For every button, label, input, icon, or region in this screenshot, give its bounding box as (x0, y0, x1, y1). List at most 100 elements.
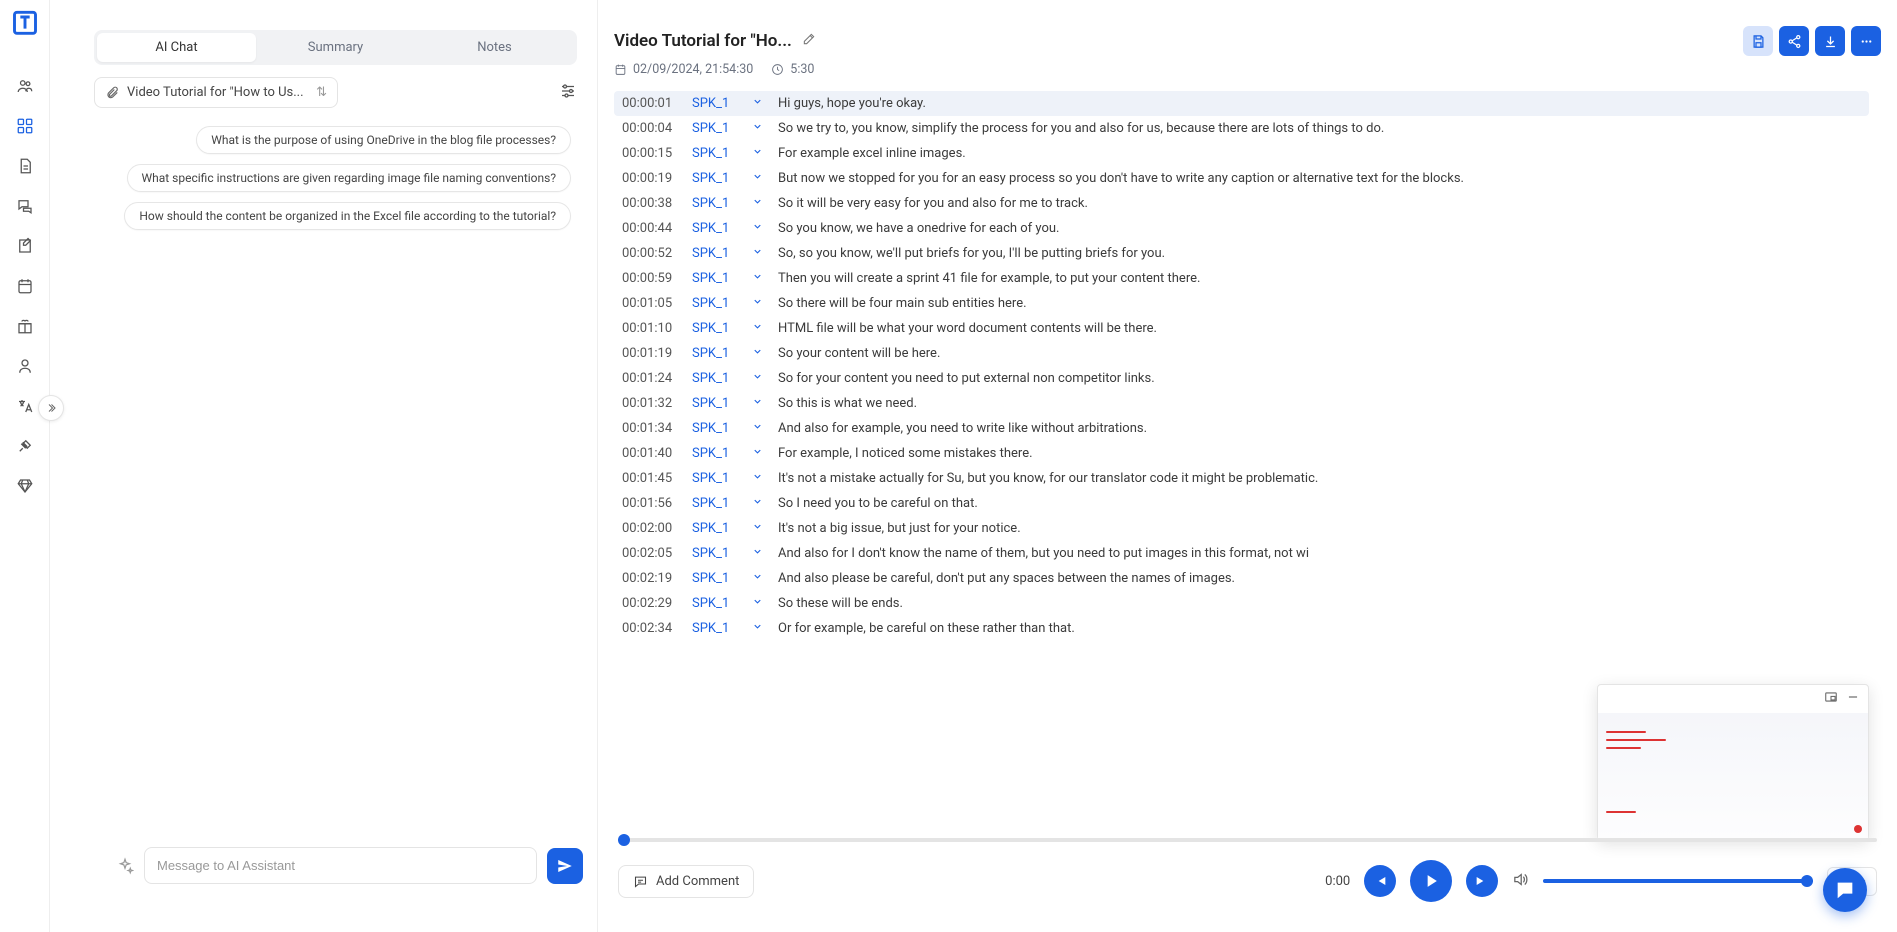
sidebar-item-edit[interactable] (7, 228, 43, 264)
speaker-label[interactable]: SPK_1 (692, 271, 742, 286)
speaker-label[interactable]: SPK_1 (692, 596, 742, 611)
transcript-row[interactable]: 00:01:45SPK_1It's not a mistake actually… (614, 466, 1869, 491)
transcript-row[interactable]: 00:00:52SPK_1So, so you know, we'll put … (614, 241, 1869, 266)
speaker-label[interactable]: SPK_1 (692, 621, 742, 636)
chevron-down-icon[interactable] (752, 421, 768, 436)
speaker-label[interactable]: SPK_1 (692, 296, 742, 311)
transcript-row[interactable]: 00:01:40SPK_1For example, I noticed some… (614, 441, 1869, 466)
chevron-down-icon[interactable] (752, 121, 768, 136)
chevron-down-icon[interactable] (752, 496, 768, 511)
sidebar-item-user[interactable] (7, 348, 43, 384)
chevron-down-icon[interactable] (752, 321, 768, 336)
chevron-down-icon[interactable] (752, 346, 768, 361)
send-button[interactable] (547, 848, 583, 884)
speaker-label[interactable]: SPK_1 (692, 221, 742, 236)
chevron-down-icon[interactable] (752, 596, 768, 611)
help-chat-fab[interactable] (1823, 868, 1867, 912)
chevron-down-icon[interactable] (752, 546, 768, 561)
volume-slider[interactable] (1543, 879, 1813, 883)
transcript-row[interactable]: 00:01:10SPK_1HTML file will be what your… (614, 316, 1869, 341)
sidebar-item-people[interactable] (7, 68, 43, 104)
speaker-label[interactable]: SPK_1 (692, 521, 742, 536)
sidebar-expand-button[interactable] (38, 395, 64, 421)
speaker-label[interactable]: SPK_1 (692, 121, 742, 136)
speaker-label[interactable]: SPK_1 (692, 421, 742, 436)
edit-title-button[interactable] (802, 32, 816, 50)
speaker-label[interactable]: SPK_1 (692, 446, 742, 461)
transcript-row[interactable]: 00:02:34SPK_1Or for example, be careful … (614, 616, 1869, 641)
save-button[interactable] (1743, 26, 1773, 56)
chevron-down-icon[interactable] (752, 296, 768, 311)
chevron-down-icon[interactable] (752, 271, 768, 286)
speaker-label[interactable]: SPK_1 (692, 96, 742, 111)
volume-icon[interactable] (1512, 871, 1529, 892)
pip-popout-button[interactable] (1824, 690, 1838, 708)
transcript-row[interactable]: 00:01:05SPK_1So there will be four main … (614, 291, 1869, 316)
chevron-down-icon[interactable] (752, 446, 768, 461)
transcript-row[interactable]: 00:00:38SPK_1So it will be very easy for… (614, 191, 1869, 216)
speaker-label[interactable]: SPK_1 (692, 171, 742, 186)
sidebar-item-chat[interactable] (7, 188, 43, 224)
skip-forward-button[interactable] (1466, 865, 1498, 897)
chevron-down-icon[interactable] (752, 471, 768, 486)
transcript-row[interactable]: 00:00:15SPK_1For example excel inline im… (614, 141, 1869, 166)
pip-minimize-button[interactable] (1846, 690, 1860, 708)
chevron-down-icon[interactable] (752, 621, 768, 636)
skip-back-button[interactable] (1364, 865, 1396, 897)
sidebar-item-calendar[interactable] (7, 268, 43, 304)
suggestion-item[interactable]: What is the purpose of using OneDrive in… (196, 126, 571, 154)
suggestion-item[interactable]: What specific instructions are given reg… (127, 164, 572, 192)
transcript-row[interactable]: 00:01:34SPK_1And also for example, you n… (614, 416, 1869, 441)
speaker-label[interactable]: SPK_1 (692, 246, 742, 261)
speaker-label[interactable]: SPK_1 (692, 571, 742, 586)
speaker-label[interactable]: SPK_1 (692, 146, 742, 161)
transcript-row[interactable]: 00:02:05SPK_1And also for I don't know t… (614, 541, 1869, 566)
transcript-row[interactable]: 00:00:04SPK_1So we try to, you know, sim… (614, 116, 1869, 141)
speaker-label[interactable]: SPK_1 (692, 471, 742, 486)
speaker-label[interactable]: SPK_1 (692, 196, 742, 211)
tab-notes[interactable]: Notes (415, 33, 574, 62)
transcript-row[interactable]: 00:00:59SPK_1Then you will create a spri… (614, 266, 1869, 291)
attachment-selector[interactable]: Video Tutorial for "How to Us... ⇅ (94, 77, 338, 108)
speaker-label[interactable]: SPK_1 (692, 346, 742, 361)
transcript-row[interactable]: 00:02:29SPK_1So these will be ends. (614, 591, 1869, 616)
add-comment-button[interactable]: Add Comment (618, 865, 754, 898)
speaker-label[interactable]: SPK_1 (692, 396, 742, 411)
share-button[interactable] (1779, 26, 1809, 56)
chat-settings-button[interactable] (559, 82, 577, 104)
video-preview[interactable] (1597, 684, 1869, 840)
transcript-row[interactable]: 00:01:24SPK_1So for your content you nee… (614, 366, 1869, 391)
tab-ai-chat[interactable]: AI Chat (97, 33, 256, 62)
chevron-down-icon[interactable] (752, 196, 768, 211)
transcript-row[interactable]: 00:00:19SPK_1But now we stopped for you … (614, 166, 1869, 191)
playback-progress[interactable] (618, 838, 1877, 842)
sidebar-item-gift[interactable] (7, 308, 43, 344)
progress-knob[interactable] (618, 834, 630, 846)
download-button[interactable] (1815, 26, 1845, 56)
tab-summary[interactable]: Summary (256, 33, 415, 62)
transcript-row[interactable]: 00:00:44SPK_1So you know, we have a oned… (614, 216, 1869, 241)
chevron-down-icon[interactable] (752, 396, 768, 411)
transcript-row[interactable]: 00:01:56SPK_1So I need you to be careful… (614, 491, 1869, 516)
play-button[interactable] (1410, 860, 1452, 902)
speaker-label[interactable]: SPK_1 (692, 371, 742, 386)
chevron-down-icon[interactable] (752, 371, 768, 386)
transcript-row[interactable]: 00:01:19SPK_1So your content will be her… (614, 341, 1869, 366)
sidebar-item-document[interactable] (7, 148, 43, 184)
chevron-down-icon[interactable] (752, 171, 768, 186)
chevron-down-icon[interactable] (752, 571, 768, 586)
chevron-down-icon[interactable] (752, 246, 768, 261)
speaker-label[interactable]: SPK_1 (692, 546, 742, 561)
chevron-down-icon[interactable] (752, 96, 768, 111)
sidebar-item-plug[interactable] (7, 428, 43, 464)
volume-knob[interactable] (1801, 875, 1813, 887)
chevron-down-icon[interactable] (752, 521, 768, 536)
chevron-down-icon[interactable] (752, 146, 768, 161)
more-button[interactable] (1851, 26, 1881, 56)
sidebar-item-dashboard[interactable] (7, 108, 43, 144)
transcript-row[interactable]: 00:02:00SPK_1It's not a big issue, but j… (614, 516, 1869, 541)
speaker-label[interactable]: SPK_1 (692, 496, 742, 511)
chevron-down-icon[interactable] (752, 221, 768, 236)
transcript-row[interactable]: 00:01:32SPK_1So this is what we need. (614, 391, 1869, 416)
transcript-row[interactable]: 00:02:19SPK_1And also please be careful,… (614, 566, 1869, 591)
